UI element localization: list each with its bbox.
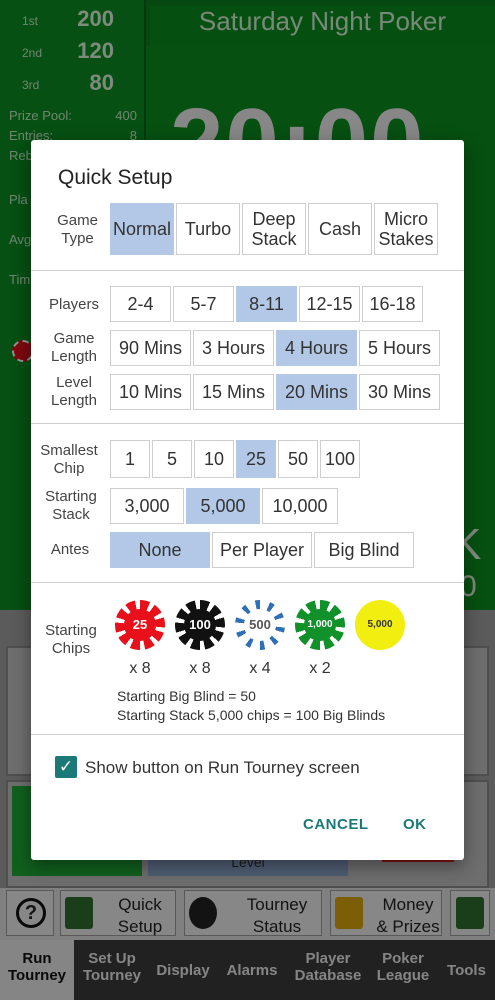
divider bbox=[31, 423, 464, 424]
chip-value: 1,000 bbox=[304, 609, 336, 641]
poker-chip-100: 100 bbox=[175, 600, 225, 650]
chip-value: 25 bbox=[124, 609, 156, 641]
starting-stack-5000[interactable]: 5,000 bbox=[186, 488, 260, 524]
players-2-4[interactable]: 2-4 bbox=[110, 286, 171, 322]
players-12-15[interactable]: 12-15 bbox=[299, 286, 360, 322]
smallest-chip-10[interactable]: 10 bbox=[194, 440, 234, 478]
game-length-label: Game Length bbox=[51, 330, 97, 365]
level-length-15-mins[interactable]: 15 Mins bbox=[193, 374, 274, 410]
level-length-10-mins[interactable]: 10 Mins bbox=[110, 374, 191, 410]
chip-value: 5,000 bbox=[364, 609, 396, 641]
game-type-deep-stack[interactable]: Deep Stack bbox=[242, 203, 306, 255]
players-label: Players bbox=[48, 296, 100, 313]
starting-stack-label: Starting Stack bbox=[45, 488, 97, 523]
starting-stack-10000[interactable]: 10,000 bbox=[262, 488, 338, 524]
players-8-11[interactable]: 8-11 bbox=[236, 286, 297, 322]
game-length-90-mins[interactable]: 90 Mins bbox=[110, 330, 191, 366]
poker-chip-1000: 1,000 bbox=[295, 600, 345, 650]
game-type-normal[interactable]: Normal bbox=[110, 203, 174, 255]
divider bbox=[31, 734, 464, 735]
show-button-label: Show button on Run Tourney screen bbox=[85, 758, 360, 777]
game-type-micro-stakes[interactable]: Micro Stakes bbox=[374, 203, 438, 255]
cancel-button[interactable]: CANCEL bbox=[303, 816, 369, 833]
divider bbox=[31, 582, 464, 583]
poker-chip-25: 25 bbox=[115, 600, 165, 650]
antes-none[interactable]: None bbox=[110, 532, 210, 568]
chip-value: 100 bbox=[184, 609, 216, 641]
big-blind-info: Starting Big Blind = 50 bbox=[117, 688, 256, 704]
chip-count: x 8 bbox=[189, 660, 211, 677]
smallest-chip-50[interactable]: 50 bbox=[278, 440, 318, 478]
players-16-18[interactable]: 16-18 bbox=[362, 286, 423, 322]
dialog-title: Quick Setup bbox=[58, 166, 173, 189]
antes-label: Antes bbox=[50, 541, 90, 558]
show-button-checkbox[interactable]: ✓ bbox=[55, 756, 77, 778]
poker-chip-500: 500 bbox=[235, 600, 285, 650]
game-type-cash[interactable]: Cash bbox=[308, 203, 372, 255]
players-5-7[interactable]: 5-7 bbox=[173, 286, 234, 322]
ok-button[interactable]: OK bbox=[403, 816, 427, 833]
chip-value: 500 bbox=[244, 609, 276, 641]
game-length-5-hours[interactable]: 5 Hours bbox=[359, 330, 440, 366]
poker-chip-5000: 5,000 bbox=[355, 600, 405, 650]
starting-stack-3000[interactable]: 3,000 bbox=[110, 488, 184, 524]
quick-setup-dialog: Quick Setup Game Type Normal Turbo Deep St… bbox=[31, 140, 464, 860]
chip-count: x 2 bbox=[309, 660, 331, 677]
divider bbox=[31, 270, 464, 271]
stack-info: Starting Stack 5,000 chips = 100 Big Bli… bbox=[117, 707, 386, 723]
antes-per-player[interactable]: Per Player bbox=[212, 532, 312, 568]
chip-count: x 8 bbox=[129, 660, 151, 677]
starting-chips-label: Starting Chips bbox=[45, 622, 97, 657]
game-type-turbo[interactable]: Turbo bbox=[176, 203, 240, 255]
smallest-chip-1[interactable]: 1 bbox=[110, 440, 150, 478]
smallest-chip-5[interactable]: 5 bbox=[152, 440, 192, 478]
game-length-4-hours[interactable]: 4 Hours bbox=[276, 330, 357, 366]
smallest-chip-100[interactable]: 100 bbox=[320, 440, 360, 478]
level-length-20-mins[interactable]: 20 Mins bbox=[276, 374, 357, 410]
smallest-chip-label: Smallest Chip bbox=[40, 442, 98, 477]
chip-count: x 4 bbox=[249, 660, 271, 677]
antes-big-blind[interactable]: Big Blind bbox=[314, 532, 414, 568]
smallest-chip-25[interactable]: 25 bbox=[236, 440, 276, 478]
game-type-label: Game Type bbox=[57, 212, 98, 247]
game-length-3-hours[interactable]: 3 Hours bbox=[193, 330, 274, 366]
level-length-label: Level Length bbox=[51, 374, 97, 409]
level-length-30-mins[interactable]: 30 Mins bbox=[359, 374, 440, 410]
